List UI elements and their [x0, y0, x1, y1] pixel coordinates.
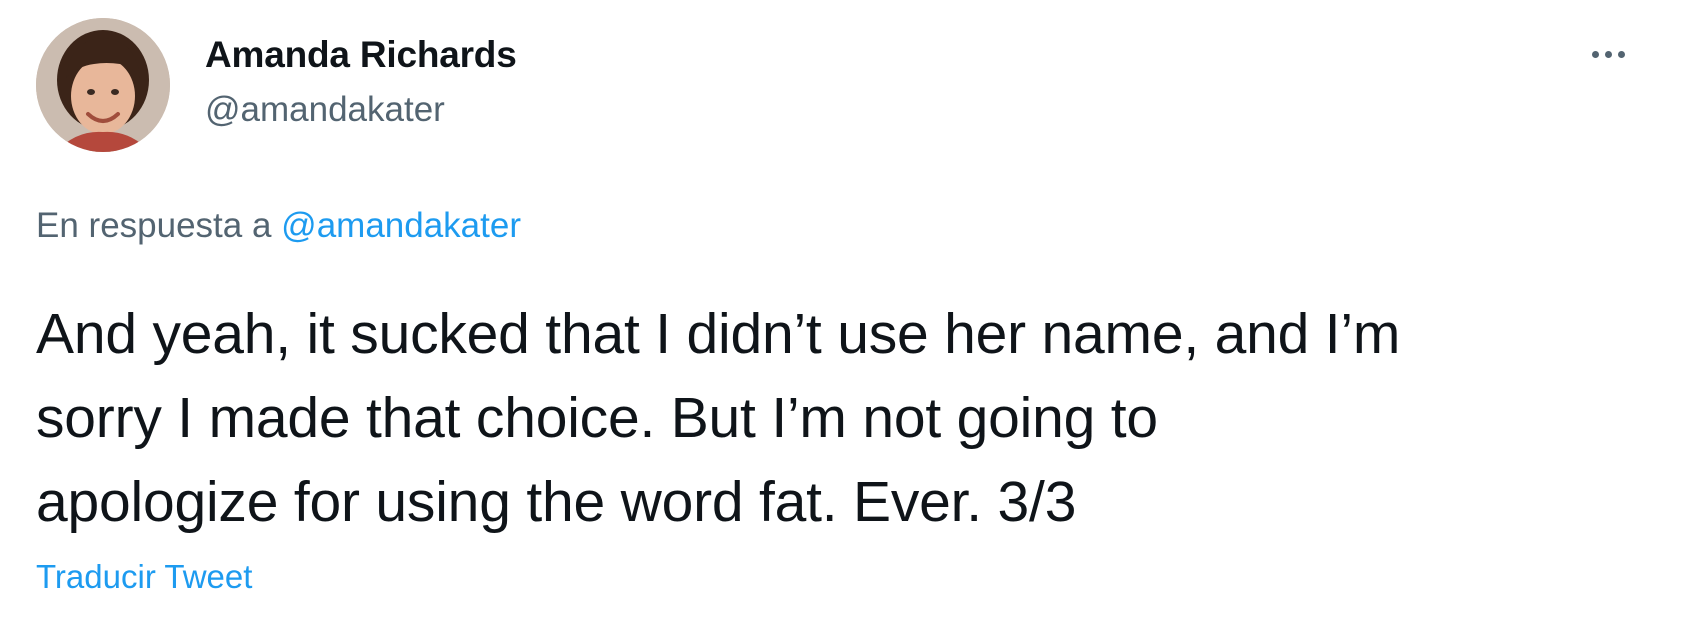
more-options-icon: [1591, 50, 1599, 58]
reply-prefix: En respuesta a: [36, 206, 272, 245]
tweet-text-line: sorry I made that choice. But I’m not go…: [36, 386, 1158, 450]
more-options-icon-dot: [1617, 50, 1625, 58]
tweet-text: And yeah, it sucked that I didn’t use he…: [36, 292, 1636, 544]
tweet-card: Amanda Richards @amandakater En respuest…: [0, 0, 1682, 620]
reply-mention-link[interactable]: @amandakater: [281, 206, 521, 245]
avatar-photo-icon: [36, 18, 170, 152]
reply-context: En respuesta a @amandakater: [36, 206, 521, 246]
author-handle[interactable]: @amandakater: [205, 90, 445, 130]
tweet-text-line: And yeah, it sucked that I didn’t use he…: [36, 302, 1401, 366]
more-options-icon-dot: [1604, 50, 1612, 58]
tweet-text-line: apologize for using the word fat. Ever. …: [36, 470, 1077, 534]
more-options-button[interactable]: [1580, 36, 1636, 72]
author-display-name[interactable]: Amanda Richards: [205, 34, 517, 76]
translate-tweet-link[interactable]: Traducir Tweet: [36, 558, 252, 596]
author-avatar[interactable]: [36, 18, 170, 152]
